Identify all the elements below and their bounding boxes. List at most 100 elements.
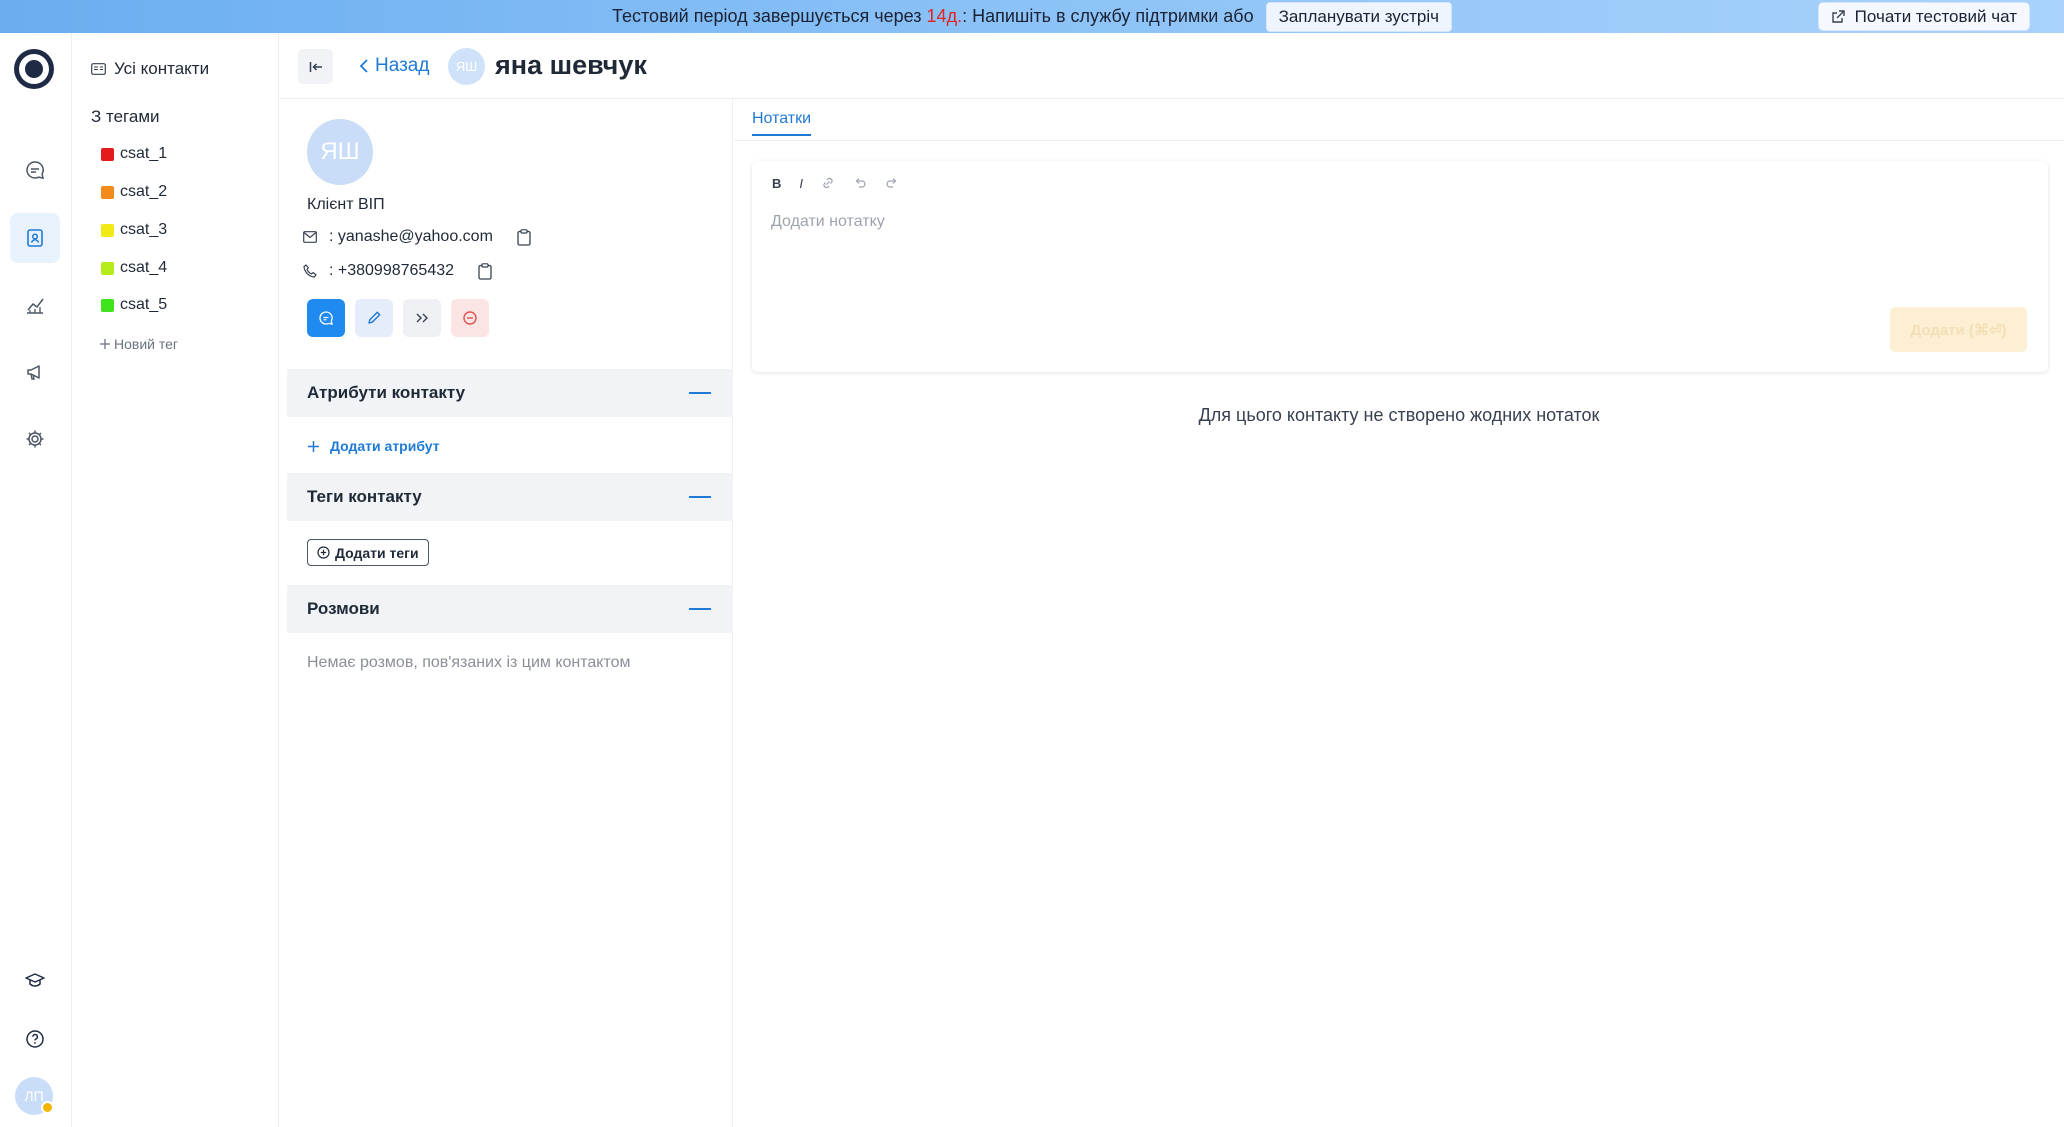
collapse-minus-icon[interactable] [689,496,711,498]
contacts-sidebar: Усі контакти З тегами csat_1 csat_2 csat… [73,33,279,1127]
contact-email-row: : yanashe@yahoo.com [303,228,531,246]
tags-section-title: З тегами [91,107,160,126]
contact-details-panel: ЯШ Клієнт ВІП : yanashe@yahoo.com : +380… [287,99,733,1127]
link-icon[interactable] [821,176,835,191]
tag-color-swatch [101,261,114,275]
contact-actions [307,299,489,337]
new-tag-label: Новий тег [114,336,179,352]
tag-label: csat_4 [120,259,168,276]
nav-help-button[interactable] [10,1014,60,1064]
contact-attributes-section-header[interactable]: Атрибути контакту [287,369,733,417]
double-chevron-right-icon [414,310,430,326]
contact-name-title: яна шевчук [495,50,647,80]
contact-email: : yanashe@yahoo.com [329,228,493,245]
new-tag-button[interactable]: Новий тег [99,336,178,352]
app-nav-rail: ЛП [0,33,72,1127]
back-button[interactable]: Назад [359,55,429,77]
start-trial-chat-button[interactable]: Почати тестовий чат [1817,2,2030,31]
sidebar-tag-csat-4[interactable]: csat_4 [101,259,167,277]
collapse-minus-icon[interactable] [689,608,711,610]
user-avatar[interactable]: ЛП [15,1077,54,1115]
note-editor: B I Додати нотатку Додати (⌘⏎) [752,161,2048,372]
contact-card-icon [91,63,106,75]
contact-subtitle: Клієнт ВІП [307,196,385,213]
plus-circle-icon [317,546,330,559]
nav-campaigns-button[interactable] [10,347,60,397]
notes-tabs: Нотатки [734,99,2064,141]
pencil-icon [366,310,382,326]
attributes-section-title: Атрибути контакту [307,383,466,402]
plus-icon [99,338,111,350]
megaphone-icon [24,361,46,383]
sidebar-tag-csat-3[interactable]: csat_3 [101,221,167,239]
merge-contact-button[interactable] [403,299,441,337]
contact-avatar: ЯШ [307,119,373,185]
external-link-icon [1831,9,1845,24]
tag-color-swatch [101,147,114,161]
contact-mini-avatar: ЯШ [448,48,485,85]
note-input[interactable]: Додати нотатку [771,213,885,231]
contact-phone-row: : +380998765432 [303,262,492,280]
nav-contacts-button[interactable] [10,213,60,263]
no-notes-text: Для цього контакту не створено жодних но… [1198,405,1600,425]
undo-icon[interactable] [853,176,867,191]
chat-bubble-icon [318,310,334,326]
collapse-minus-icon[interactable] [689,392,711,394]
editor-toolbar: B I [772,176,899,191]
help-circle-icon [24,1028,46,1050]
new-message-button[interactable] [307,299,345,337]
tags-section-title: Теги контакту [307,487,422,506]
start-trial-chat-label: Почати тестовий чат [1854,6,2017,26]
no-conversations-text: Немає розмов, пов'язаних із цим контакто… [307,654,631,671]
add-attribute-button[interactable]: Додати атрибут [307,438,440,454]
collapse-left-icon [309,61,323,73]
add-tags-button[interactable]: Додати теги [307,539,429,566]
mail-icon [303,231,317,243]
contact-header: Назад ЯШ яна шевчук [279,33,2064,99]
conversations-section-title: Розмови [307,599,380,618]
chat-bubble-icon [24,159,46,181]
banner-days-remaining: 14д. [926,6,963,26]
tab-notes[interactable]: Нотатки [752,110,812,136]
user-status-indicator [41,1101,54,1114]
tag-color-swatch [101,185,114,199]
add-attribute-label: Додати атрибут [330,438,440,454]
bold-icon[interactable]: B [772,176,781,191]
nav-academy-button[interactable] [10,955,60,1005]
add-note-button[interactable]: Додати (⌘⏎) [1890,307,2027,352]
trial-banner: Тестовий період завершується через 14д. … [0,0,2064,33]
copy-email-icon[interactable] [517,228,531,246]
contact-phone: : +380998765432 [329,262,455,279]
copy-phone-icon[interactable] [478,262,492,280]
contact-book-icon [24,227,46,249]
sidebar-tag-csat-2[interactable]: csat_2 [101,183,167,201]
minus-circle-icon [462,310,478,326]
all-contacts-label: Усі контакти [114,59,210,78]
graduation-cap-icon [24,969,46,991]
schedule-meeting-button[interactable]: Запланувати зустріч [1265,1,1452,32]
sidebar-tag-csat-1[interactable]: csat_1 [101,145,167,163]
all-contacts-link[interactable]: Усі контакти [91,59,209,79]
contact-tags-section-header[interactable]: Теги контакту [287,473,733,521]
tag-color-swatch [101,223,114,237]
tag-label: csat_5 [120,296,168,313]
tag-label: csat_3 [120,221,168,238]
edit-contact-button[interactable] [355,299,393,337]
banner-text-before: Тестовий період завершується через [612,6,927,26]
tag-label: csat_2 [120,183,168,200]
nav-settings-button[interactable] [10,414,60,464]
banner-text-after: : Напишіть в службу підтримки або [962,6,1254,26]
chart-line-icon [24,294,46,316]
chevron-left-icon [359,58,369,74]
collapse-sidebar-button[interactable] [298,49,333,84]
app-logo[interactable] [14,49,54,89]
gear-icon [24,428,46,450]
italic-icon[interactable]: I [799,176,803,191]
redo-icon[interactable] [885,176,899,191]
conversations-section-header[interactable]: Розмови [287,585,733,633]
phone-icon [303,264,317,278]
nav-reports-button[interactable] [10,280,60,330]
nav-conversations-button[interactable] [10,145,60,195]
delete-contact-button[interactable] [451,299,489,337]
sidebar-tag-csat-5[interactable]: csat_5 [101,296,167,314]
